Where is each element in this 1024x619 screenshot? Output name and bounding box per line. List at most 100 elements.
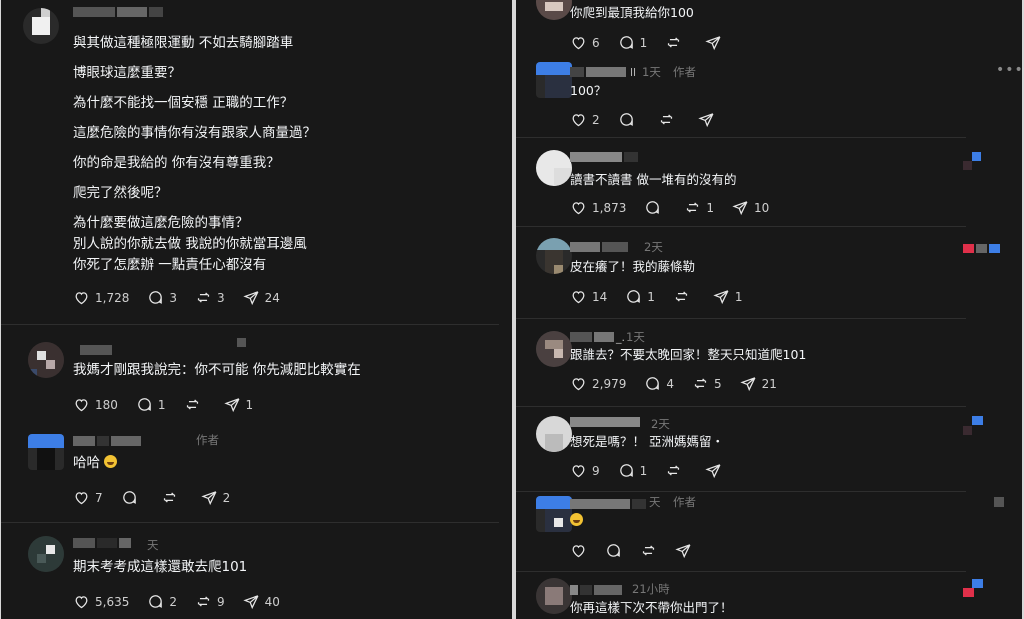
share-button[interactable]: 1 [224,396,253,413]
username-blurred[interactable] [570,241,628,253]
avatar[interactable] [23,8,59,44]
comment-text-line: 別人說的你就去做 我說的你就當耳邊風 [73,236,307,252]
share-button[interactable]: 1 [713,288,743,305]
avatar[interactable] [536,331,572,367]
like-button[interactable]: 14 [570,288,607,305]
share-count: 10 [754,200,770,215]
share-button[interactable]: 21 [740,375,777,392]
reply-button[interactable]: 1 [618,462,647,479]
reply-button[interactable]: 1 [625,288,655,305]
avatar[interactable] [536,416,572,452]
avatar[interactable] [536,238,572,274]
reply-button[interactable] [121,489,143,506]
avatar[interactable] [536,496,572,532]
blur-artifact [237,338,246,347]
author-tag: 作者 [673,65,696,79]
like-button[interactable]: 7 [73,489,103,506]
share-button[interactable]: 40 [243,593,280,610]
reply-button[interactable]: 2 [147,593,177,610]
avatar[interactable] [536,150,572,186]
like-button[interactable]: 2,979 [570,375,626,392]
side-avatar-fragment [989,244,1000,253]
avatar[interactable] [28,536,64,572]
like-button[interactable]: 2 [570,111,600,128]
comment-icon [147,593,164,610]
share-icon [698,111,715,128]
share-button[interactable]: 10 [732,199,769,216]
like-count: 1,873 [592,200,627,215]
repost-button[interactable] [673,288,695,305]
reply-button[interactable] [605,542,622,559]
avatar[interactable] [536,578,572,614]
repost-button[interactable] [161,489,183,506]
like-button[interactable]: 6 [570,34,600,51]
username-blurred[interactable] [570,584,622,596]
like-button[interactable]: 1,873 [570,199,626,216]
reply-button[interactable]: 4 [644,375,674,392]
repost-icon [195,289,212,306]
comment-icon [605,542,622,559]
repost-icon [640,542,657,559]
action-bar: 2 [570,111,738,128]
repost-button[interactable]: 5 [692,375,722,392]
side-avatar-fragment [963,588,974,597]
like-button[interactable] [570,542,587,559]
share-button[interactable] [698,111,720,128]
username-blurred[interactable]: _. [570,330,625,344]
like-button[interactable]: 5,635 [73,593,129,610]
username-blurred[interactable] [80,344,112,356]
reply-2: ll 1天 作者 ••• 100？ 2 [516,58,1022,138]
repost-button[interactable] [640,542,657,559]
reply-button[interactable]: 1 [618,34,647,51]
share-button[interactable] [705,462,727,479]
share-button[interactable] [705,34,727,51]
divider [1,522,499,523]
repost-button[interactable] [184,396,206,413]
repost-button[interactable]: 3 [195,289,225,306]
username-fragment: _. [616,330,625,344]
repost-icon [184,396,201,413]
username-blurred[interactable] [570,498,646,510]
action-bar: 5,635 2 9 40 [73,593,298,610]
repost-button[interactable] [658,111,680,128]
repost-button[interactable]: 1 [684,199,714,216]
comment-1: 與其做這種極限運動 不如去騎腳踏車 博眼球這麼重要？ 為什麼不能找一個安穩 正職… [1,0,512,322]
like-button[interactable]: 1,728 [73,289,129,306]
share-button[interactable]: 2 [201,489,230,506]
reply-button[interactable]: 3 [147,289,177,306]
username-blurred[interactable]: ll [570,66,636,79]
share-count: 1 [734,289,743,304]
reply-1: 你爬到最頂我給你100 6 1 [516,0,1022,62]
reply-button[interactable] [644,199,666,216]
username-blurred[interactable] [73,537,131,549]
username-blurred[interactable] [73,6,163,18]
share-button[interactable]: 24 [243,289,280,306]
avatar[interactable] [28,434,64,470]
reply-button[interactable]: 1 [136,396,166,413]
username-blurred[interactable] [73,435,141,447]
avatar[interactable] [536,0,572,20]
avatar[interactable] [28,342,64,378]
repost-button[interactable] [665,462,687,479]
avatar[interactable] [536,62,572,98]
like-button[interactable]: 180 [73,396,118,413]
comment-text-line: 讀書不讀書 做一堆有的沒有的 [570,172,737,187]
like-button[interactable]: 9 [570,462,600,479]
username-blurred[interactable] [570,416,640,428]
comment-icon [644,375,661,392]
share-button[interactable] [675,542,692,559]
share-icon [713,288,730,305]
timestamp: 2天 [651,417,670,431]
repost-button[interactable]: 9 [195,593,225,610]
comment-text-line: 與其做這種極限運動 不如去騎腳踏車 [73,35,294,51]
side-avatar-fragment [972,152,981,161]
repost-count: 1 [706,200,714,215]
reply-button[interactable] [618,111,640,128]
comment-text-line [570,512,583,530]
side-avatar-fragment [976,244,987,253]
comment-2: 我媽才剛跟我說完：你不可能 你先減肥比較實在 180 1 1 [1,330,512,420]
more-options-icon[interactable]: ••• [996,62,1022,78]
repost-button[interactable] [665,34,687,51]
comment-text-line: 你再這樣下次不帶你出門了！ [570,600,733,615]
username-blurred[interactable] [570,151,638,163]
